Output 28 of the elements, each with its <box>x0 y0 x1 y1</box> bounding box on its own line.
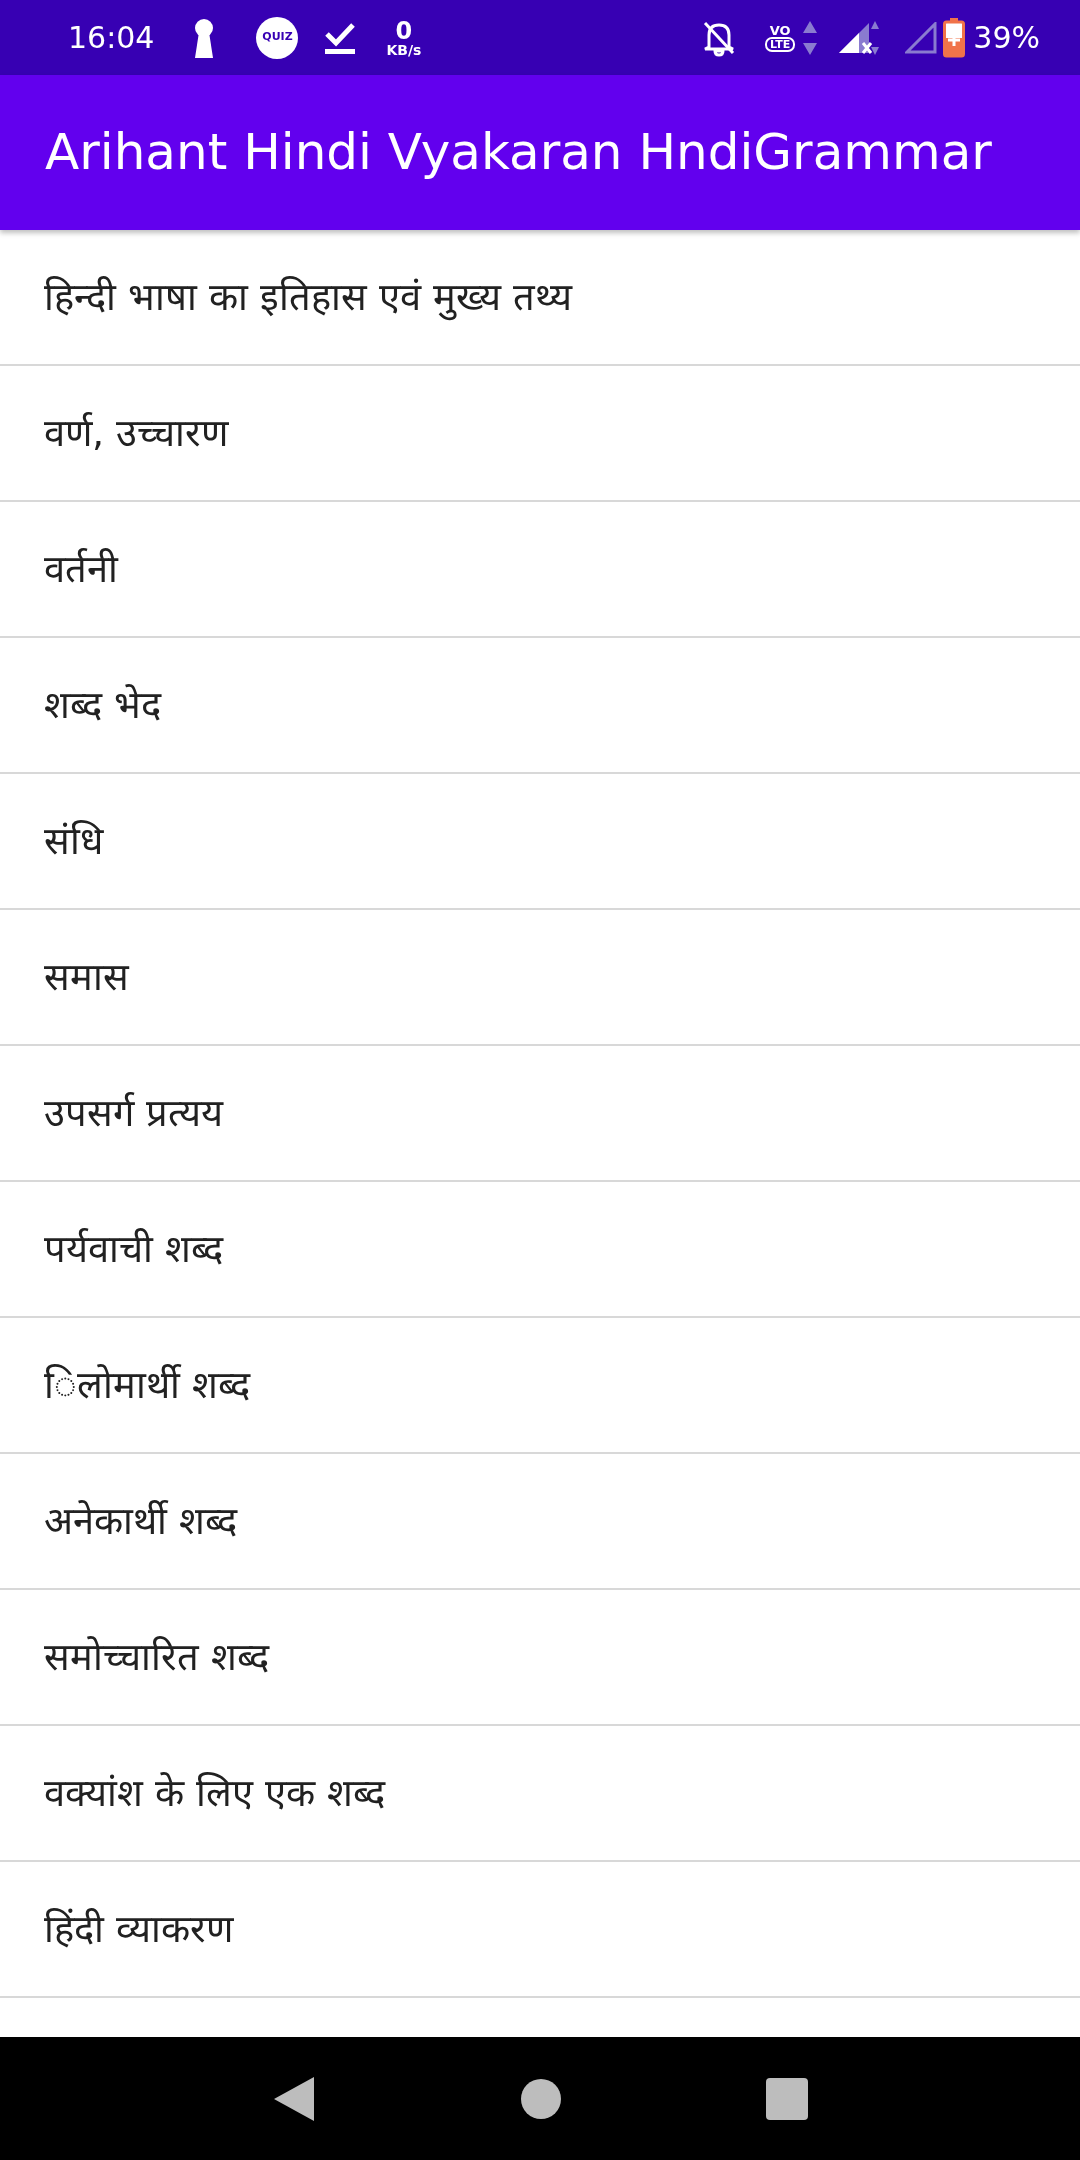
battery-icon <box>943 17 966 58</box>
volte-label: VO <box>769 23 791 37</box>
data-arrows-icon <box>803 20 818 55</box>
list-item[interactable]: िलोमार्थी शब्द <box>44 1356 251 1414</box>
battery-percent: 39% <box>973 19 1040 57</box>
signal-icon <box>839 20 880 55</box>
signal-empty-icon <box>905 21 938 54</box>
status-time: 16:04 <box>68 19 155 57</box>
list-item[interactable]: वर्ण, उच्चारण <box>44 404 229 462</box>
list-item[interactable]: उपसर्ग प्रत्यय <box>44 1084 224 1142</box>
list-item[interactable]: अनेकार्थी शब्द <box>44 1492 238 1550</box>
quiz-icon: QUIZ <box>256 16 299 59</box>
app-title: Arihant Hindi Vyakaran HndiGrammar <box>45 122 992 183</box>
back-icon[interactable] <box>272 2074 317 2123</box>
recents-icon[interactable] <box>765 2077 808 2120</box>
list-item[interactable]: वर्तनी <box>44 540 118 598</box>
home-icon[interactable] <box>521 2078 561 2119</box>
speed-value: 0 <box>395 18 413 43</box>
lte-label: LTE <box>765 36 796 52</box>
list-item[interactable]: शब्द भेद <box>44 676 162 734</box>
list-item[interactable]: वक्यांश के लिए एक शब्द <box>44 1764 386 1822</box>
list-item[interactable]: हिन्दी भाषा का इतिहास एवं मुख्य तथ्य <box>44 268 573 326</box>
list-item[interactable]: पर्यवाची शब्द <box>44 1220 224 1278</box>
list-item[interactable]: संधि <box>44 812 103 870</box>
list-item[interactable]: हिंदी व्याकरण <box>44 1900 234 1958</box>
list-item[interactable]: समोच्चारित शब्द <box>44 1628 270 1686</box>
list-item[interactable]: समास <box>44 948 129 1006</box>
speed-unit: KB/s <box>386 42 422 57</box>
